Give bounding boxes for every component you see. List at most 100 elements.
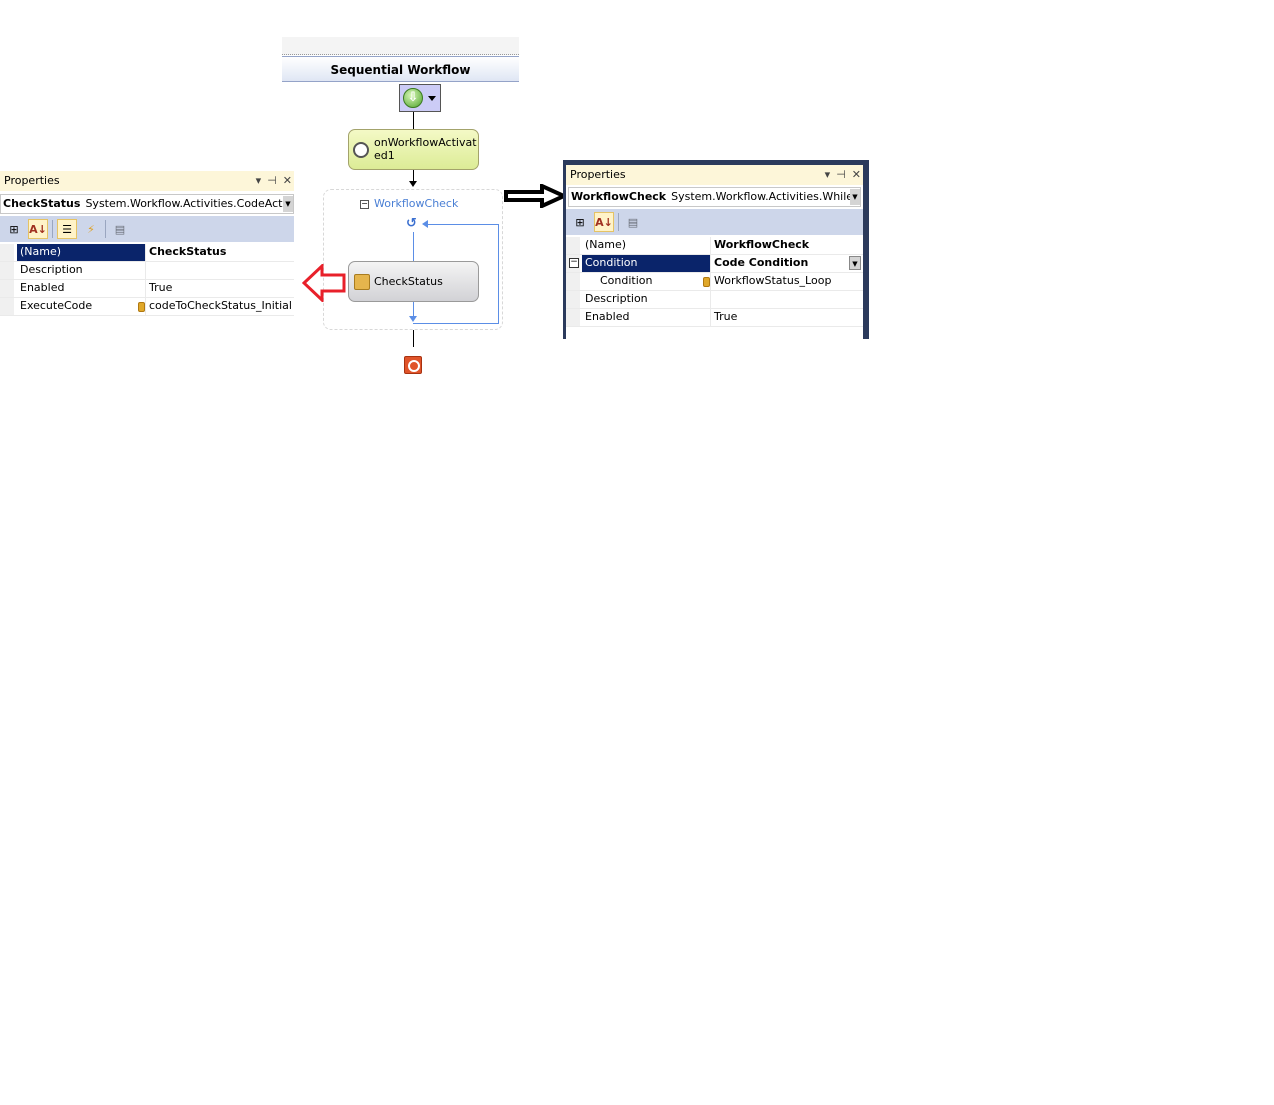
object-selector[interactable]: WorkflowCheck System.Workflow.Activities.…: [568, 187, 861, 207]
properties-title-bar: Properties ▾ ⊣ ✕: [566, 165, 863, 185]
black-arrow-annotation: [504, 184, 566, 208]
red-arrow-annotation: [302, 264, 346, 302]
loop-line: [428, 224, 499, 225]
property-name: Description: [582, 291, 711, 308]
events-icon[interactable]: ⚡: [81, 219, 101, 239]
properties-icon[interactable]: ☰: [57, 219, 77, 239]
property-value[interactable]: codeToCheckStatus_Initial: [146, 298, 294, 315]
properties-title-bar: Properties ▾ ⊣ ✕: [0, 171, 294, 191]
row-gutter: [0, 280, 14, 297]
designer-top-strip: [282, 37, 519, 55]
row-gutter: [0, 244, 14, 261]
toolbar-separator: [105, 220, 106, 238]
properties-title: Properties: [570, 168, 626, 181]
row-gutter: [566, 291, 580, 308]
dropdown-icon[interactable]: ▾: [825, 165, 831, 185]
property-row[interactable]: (Name) WorkflowCheck: [566, 237, 863, 255]
property-row[interactable]: Enabled True: [0, 280, 294, 298]
event-handler-icon: [703, 277, 710, 287]
properties-toolbar: ⊞ A↓ ☰ ⚡ ▤: [0, 216, 294, 242]
workflow-title: Sequential Workflow: [282, 56, 519, 82]
dropdown-icon[interactable]: ▾: [256, 171, 262, 191]
activity-label: CheckStatus: [374, 275, 443, 288]
row-gutter: [566, 273, 580, 290]
activity-label: onWorkflowActivat ed1: [374, 136, 477, 162]
row-gutter: [0, 298, 14, 315]
event-activity-icon: [353, 142, 369, 158]
categorized-icon[interactable]: ⊞: [4, 219, 24, 239]
arrow-down-icon: ⇩: [403, 88, 423, 108]
loop-arrow: [422, 220, 428, 228]
event-handler-icon: [138, 302, 145, 312]
while-activity-title[interactable]: − WorkflowCheck: [360, 197, 458, 210]
property-value[interactable]: True: [711, 309, 863, 326]
workflow-end-icon: [404, 356, 422, 374]
loop-arrow: [409, 316, 417, 322]
property-name: Condition: [582, 273, 711, 290]
property-value[interactable]: Code Condition: [711, 255, 863, 272]
property-row[interactable]: Description: [0, 262, 294, 280]
left-properties-panel: Properties ▾ ⊣ ✕ CheckStatus System.Workf…: [0, 171, 294, 316]
row-gutter: [0, 262, 14, 279]
connector-line: [413, 330, 414, 347]
property-row[interactable]: − Condition Code Condition ▼: [566, 255, 863, 273]
property-name: Enabled: [17, 280, 146, 297]
pin-icon[interactable]: ⊣: [267, 171, 277, 191]
chevron-down-icon[interactable]: ▼: [849, 256, 861, 270]
property-row[interactable]: Description: [566, 291, 863, 309]
connector-line: [413, 112, 414, 129]
close-icon[interactable]: ✕: [852, 165, 861, 185]
property-value[interactable]: [146, 262, 294, 279]
properties-toolbar: ⊞ A↓ ▤: [566, 209, 863, 235]
object-name: WorkflowCheck: [571, 190, 667, 203]
right-properties-panel: Properties ▾ ⊣ ✕ WorkflowCheck System.Wor…: [566, 165, 863, 339]
workflow-start-button[interactable]: ⇩: [399, 84, 441, 112]
collapse-icon[interactable]: −: [569, 258, 579, 268]
loop-icon: ↺: [406, 216, 417, 231]
categorized-icon[interactable]: ⊞: [570, 212, 590, 232]
property-name: Enabled: [582, 309, 711, 326]
property-value[interactable]: True: [146, 280, 294, 297]
red-arrow-shape: [302, 264, 346, 302]
properties-title: Properties: [4, 174, 60, 187]
property-pages-icon[interactable]: ▤: [623, 212, 643, 232]
code-activity-icon: [354, 274, 370, 290]
property-grid: (Name) WorkflowCheck − Condition Code Co…: [566, 237, 863, 327]
property-value[interactable]: CheckStatus: [146, 244, 294, 261]
object-name: CheckStatus: [3, 197, 81, 210]
activity-checkstatus[interactable]: CheckStatus: [348, 261, 479, 302]
property-row[interactable]: (Name) CheckStatus: [0, 244, 294, 262]
pin-icon[interactable]: ⊣: [836, 165, 846, 185]
property-row[interactable]: Condition WorkflowStatus_Loop: [566, 273, 863, 291]
property-pages-icon[interactable]: ▤: [110, 219, 130, 239]
toolbar-separator: [52, 220, 53, 238]
loop-line: [498, 224, 499, 324]
row-gutter: [566, 309, 580, 326]
property-value[interactable]: WorkflowCheck: [711, 237, 863, 254]
property-value[interactable]: [711, 291, 863, 308]
loop-line: [413, 232, 414, 261]
property-value[interactable]: WorkflowStatus_Loop: [711, 273, 863, 290]
property-name: (Name): [17, 244, 146, 261]
property-row[interactable]: Enabled True: [566, 309, 863, 327]
object-selector[interactable]: CheckStatus System.Workflow.Activities.Co…: [0, 194, 294, 214]
loop-line: [413, 323, 499, 324]
property-grid: (Name) CheckStatus Description Enabled T…: [0, 244, 294, 316]
property-name: ExecuteCode: [17, 298, 146, 315]
alphabetical-icon[interactable]: A↓: [28, 219, 48, 239]
property-row[interactable]: ExecuteCode codeToCheckStatus_Initial: [0, 298, 294, 316]
chevron-down-icon[interactable]: ▼: [283, 196, 293, 212]
object-type: System.Workflow.Activities.CodeActivity: [85, 197, 294, 210]
activity-onworkflowactivated[interactable]: onWorkflowActivat ed1: [348, 129, 479, 170]
chevron-down-icon[interactable]: [428, 96, 436, 101]
while-activity-label: WorkflowCheck: [374, 197, 459, 210]
property-name: Description: [17, 262, 146, 279]
close-icon[interactable]: ✕: [283, 171, 292, 191]
alphabetical-icon[interactable]: A↓: [594, 212, 614, 232]
collapse-icon[interactable]: −: [360, 200, 369, 209]
connector-line: [413, 170, 414, 181]
black-arrow-shape: [504, 184, 566, 208]
chevron-down-icon[interactable]: ▼: [850, 189, 860, 205]
toolbar-separator: [618, 213, 619, 231]
row-gutter: [566, 237, 580, 254]
